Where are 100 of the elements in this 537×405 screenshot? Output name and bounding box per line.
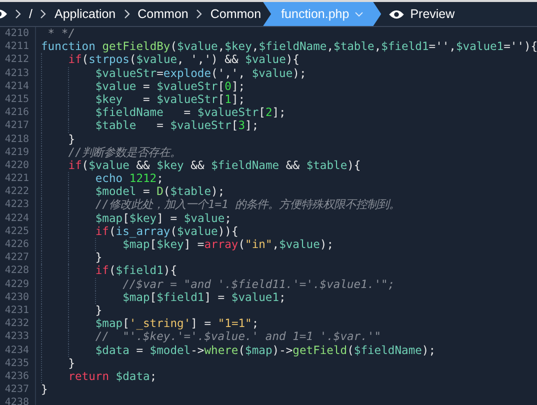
code-text: ;: [279, 290, 286, 304]
code-text: )->: [272, 344, 293, 357]
code-text: (: [238, 238, 246, 252]
code-text: (: [82, 158, 89, 172]
code-text: &&: [135, 158, 151, 172]
code-text: ){: [347, 158, 361, 172]
line-number: 4215: [0, 92, 36, 106]
code-comment: //$var = "and '.$field11.'='.$value1.'";: [122, 278, 395, 291]
code-text: );: [211, 185, 225, 198]
code-text: [: [150, 290, 157, 304]
line-number: 4210: [0, 27, 36, 40]
variable-name: $valueStr: [197, 106, 259, 120]
code-text: =: [135, 344, 144, 357]
code-text: ,: [326, 40, 334, 54]
chevron-icon: [15, 9, 21, 19]
variable-name: $valueStr: [156, 80, 218, 93]
code-text: );: [422, 344, 436, 357]
code-text: [: [218, 92, 225, 106]
variable-name: $value: [245, 53, 286, 67]
preview-button[interactable]: Preview: [389, 7, 455, 21]
line-number: 4220: [0, 158, 36, 172]
variable-name: $map: [245, 344, 272, 357]
line-number: 4228: [0, 264, 36, 278]
line-number: 4214: [0, 80, 36, 93]
code-keyword: if: [95, 224, 109, 238]
variable-name: $value1: [231, 290, 280, 304]
code-text: [: [150, 238, 157, 252]
code-text: ,: [218, 40, 225, 54]
function-name: getFieldBy: [102, 40, 170, 54]
line-number: 4235: [0, 356, 36, 370]
variable-name: $model: [95, 185, 136, 198]
code-keyword: if: [95, 264, 109, 278]
code-text: , ',') &&: [177, 53, 240, 67]
code-text: =: [182, 106, 192, 120]
number-literal: 1: [224, 92, 232, 106]
code-comment: // "'.$key.'='.$value.' and 1=1 '.$var.'": [95, 330, 382, 344]
line-number: 4221: [0, 172, 36, 186]
line-number: 4231: [0, 304, 36, 318]
breadcrumb-item[interactable]: Application: [54, 7, 116, 21]
code-text: (',',: [211, 66, 246, 80]
code-text: ];: [272, 106, 286, 120]
code-keyword: if: [68, 158, 82, 172]
line-number: 4217: [0, 119, 36, 132]
code-text: ,: [374, 40, 382, 54]
code-text: ,: [272, 238, 280, 252]
code-text: =''){: [504, 40, 537, 54]
code-text: ];: [231, 80, 246, 93]
code-comment: //判断参数是否存在。: [68, 146, 181, 159]
chevron-icon: [40, 9, 46, 19]
caret-icon: [355, 12, 364, 16]
line-number: 4213: [0, 66, 36, 80]
code-text: [: [122, 317, 130, 330]
code-text: ){: [286, 53, 300, 67]
number-literal: 2: [265, 106, 272, 120]
code-keyword: function: [41, 40, 96, 54]
code-text: [: [258, 106, 266, 120]
chevron-icon: [196, 9, 202, 19]
code-text: }: [95, 251, 102, 264]
function-name: is_array: [116, 224, 170, 238]
line-number: 4233: [0, 330, 36, 344]
code-text: (: [82, 53, 89, 67]
variable-name: $value1: [456, 40, 504, 54]
variable-name: $valueStr: [170, 119, 232, 132]
line-number: 4237: [0, 383, 36, 396]
code-text: [: [231, 119, 238, 132]
code-text: [: [122, 212, 130, 225]
function-name: getField: [292, 344, 348, 357]
string-literal: "1=1": [218, 317, 252, 330]
code-text: }: [95, 304, 102, 318]
variable-name: $key: [156, 238, 184, 252]
code-text: =: [156, 119, 164, 132]
breadcrumb-item[interactable]: /: [29, 7, 32, 21]
code-text: ] =: [190, 317, 212, 330]
code-text: ;: [252, 317, 259, 330]
code-text: );: [320, 238, 334, 252]
code-text: ;: [156, 172, 164, 186]
function-name: where: [204, 344, 238, 357]
line-number: 4219: [0, 146, 36, 159]
number-literal: 0: [224, 80, 232, 93]
code-keyword: array: [204, 238, 238, 252]
code-text: }: [68, 132, 75, 146]
line-number: 4232: [0, 317, 36, 330]
code-text: &&: [190, 158, 206, 172]
breadcrumb-item[interactable]: Common: [210, 7, 262, 21]
code-text: =: [142, 80, 151, 93]
line-number: 4222: [0, 185, 36, 198]
code-text: ] =: [156, 212, 178, 225]
variable-name: $table: [334, 40, 374, 54]
line-number: 4227: [0, 251, 36, 264]
function-name: strpos: [88, 53, 130, 67]
code-text: [: [218, 80, 225, 93]
number-literal: 3: [238, 119, 246, 132]
code-text: }: [68, 356, 75, 370]
breadcrumb-item[interactable]: Common: [138, 7, 188, 21]
code-text: );: [292, 66, 306, 80]
code-text: (: [170, 40, 178, 54]
variable-name: $value: [88, 158, 130, 172]
variable-name: $valueStr: [156, 92, 218, 106]
variable-name: $value: [184, 212, 225, 225]
code-text: ];: [245, 119, 259, 132]
